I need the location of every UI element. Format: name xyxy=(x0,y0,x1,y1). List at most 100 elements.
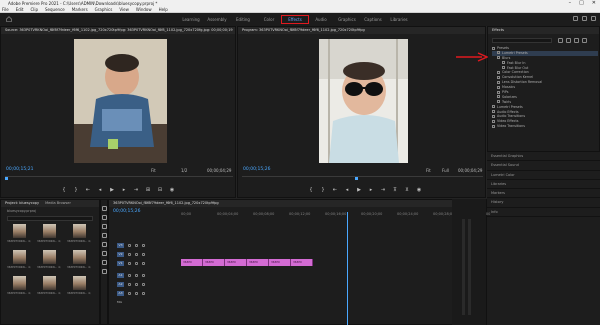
menu-sequence[interactable]: Sequence xyxy=(45,7,65,12)
sync-icon[interactable] xyxy=(135,243,138,247)
timeline-clip[interactable]: 363P0 xyxy=(225,259,247,266)
track-target-label[interactable]: A2 xyxy=(117,281,124,287)
project-clip-item[interactable]: 363P0TVRKN...4;29 xyxy=(7,250,31,272)
menu-graphics[interactable]: Graphics xyxy=(95,7,113,12)
menu-edit[interactable]: Edit xyxy=(16,7,24,12)
program-timecode[interactable]: 00;00;15;26 xyxy=(243,167,270,172)
mark-out-icon[interactable]: } xyxy=(73,187,79,193)
toggle-output-icon[interactable] xyxy=(142,261,145,265)
source-playhead[interactable] xyxy=(5,177,8,180)
workspace-tab-graphics[interactable]: Graphics xyxy=(334,16,360,23)
lock-icon[interactable] xyxy=(128,252,131,256)
go-to-in-icon[interactable]: ⇤ xyxy=(85,187,91,193)
32bit-effects-icon[interactable] xyxy=(566,38,571,43)
project-tab[interactable]: Project: bluesycopy xyxy=(5,200,39,207)
track-target-label[interactable]: V1 xyxy=(117,260,124,266)
project-clip-item[interactable]: 363P0TVRKN...4;29 xyxy=(67,250,91,272)
go-to-out-icon[interactable]: ⇥ xyxy=(133,187,139,193)
libraries-panel[interactable]: Libraries xyxy=(487,180,600,190)
maximize-button[interactable]: □ xyxy=(579,0,584,7)
sync-icon[interactable] xyxy=(135,273,138,277)
go-to-in-icon[interactable]: ⇤ xyxy=(332,187,338,193)
workspace-tab-learning[interactable]: Learning xyxy=(178,16,204,23)
toggle-output-icon[interactable] xyxy=(142,273,145,277)
lock-icon[interactable] xyxy=(128,261,131,265)
lock-icon[interactable] xyxy=(128,282,131,286)
source-quality-select[interactable]: 1/2 xyxy=(181,168,187,173)
step-forward-icon[interactable]: ▸ xyxy=(121,187,127,193)
track-select-tool-icon[interactable] xyxy=(101,215,107,220)
insert-icon[interactable]: ⊞ xyxy=(145,187,151,193)
menu-file[interactable]: File xyxy=(2,7,9,12)
timeline-clip[interactable]: 363P0 xyxy=(181,259,203,266)
home-icon[interactable] xyxy=(6,16,12,22)
toggle-output-icon[interactable] xyxy=(142,243,145,247)
minimize-button[interactable]: – xyxy=(569,0,572,7)
extract-icon[interactable]: ⊻ xyxy=(404,187,410,193)
timeline-ruler[interactable]: 00;00 00;00;04;00 00;00;08;00 00;00;12;00 00… xyxy=(181,212,490,222)
timeline-clip[interactable]: 363P0 xyxy=(291,259,313,266)
effects-tab[interactable]: Effects xyxy=(492,27,504,34)
timeline-timecode[interactable]: 00;00;15;26 xyxy=(113,209,140,214)
effects-search-input[interactable] xyxy=(492,38,552,43)
program-quality-select[interactable]: Full xyxy=(442,168,449,173)
toggle-output-icon[interactable] xyxy=(142,291,145,295)
quick-export-icon[interactable] xyxy=(573,16,578,21)
lock-icon[interactable] xyxy=(128,291,131,295)
mark-in-icon[interactable]: { xyxy=(61,187,67,193)
accelerated-effects-icon[interactable] xyxy=(558,38,563,43)
workspace-tab-effects[interactable]: Effects xyxy=(281,15,309,24)
step-forward-icon[interactable]: ▸ xyxy=(368,187,374,193)
workspace-tab-editing[interactable]: Editing xyxy=(230,16,256,23)
program-time-ruler[interactable] xyxy=(242,176,483,181)
overwrite-icon[interactable]: ⊟ xyxy=(157,187,163,193)
markers-panel[interactable]: Markers xyxy=(487,189,600,199)
program-playhead[interactable] xyxy=(355,177,358,180)
workspace-tab-assembly[interactable]: Assembly xyxy=(204,16,230,23)
menu-help[interactable]: Help xyxy=(159,7,168,12)
toggle-output-icon[interactable] xyxy=(142,282,145,286)
hand-tool-icon[interactable] xyxy=(101,260,107,265)
source-time-ruler[interactable] xyxy=(5,176,233,181)
sync-icon[interactable] xyxy=(135,261,138,265)
close-button[interactable]: ✕ xyxy=(592,0,596,7)
essential-sound-panel[interactable]: Essential Sound xyxy=(487,161,600,171)
track-target-label[interactable]: A3 xyxy=(117,290,124,296)
mark-in-icon[interactable]: { xyxy=(308,187,314,193)
menu-window[interactable]: Window xyxy=(136,7,152,12)
media-browser-tab[interactable]: Media Browser xyxy=(45,200,71,207)
step-back-icon[interactable]: ◂ xyxy=(97,187,103,193)
lift-icon[interactable]: ⊼ xyxy=(392,187,398,193)
project-clip-item[interactable]: 363P0TVRKN...4;29 xyxy=(37,224,61,246)
workspace-menu-icon[interactable] xyxy=(582,16,587,21)
play-icon[interactable]: ▶ xyxy=(109,187,115,193)
history-panel[interactable]: History xyxy=(487,198,600,208)
timeline-clip[interactable]: 363P0 xyxy=(247,259,269,266)
track-target-label[interactable]: V3 xyxy=(117,242,124,248)
menu-clip[interactable]: Clip xyxy=(30,7,38,12)
source-monitor-tab[interactable]: Source: 363P0TVRKNOoi_f8f8f79deer_f6f6_1… xyxy=(5,27,233,34)
timeline-clip[interactable]: 363P0 xyxy=(203,259,225,266)
project-clip-item[interactable]: 363P0TVRKN...4;29 xyxy=(37,276,61,298)
timeline-playhead[interactable] xyxy=(347,212,348,325)
source-timecode[interactable]: 00;00;15;21 xyxy=(6,167,33,172)
workspace-tab-captions[interactable]: Captions xyxy=(360,16,386,23)
effects-tree-item[interactable]: Video Transitions xyxy=(492,124,598,129)
sync-icon[interactable] xyxy=(135,252,138,256)
sync-icon[interactable] xyxy=(135,291,138,295)
razor-tool-icon[interactable] xyxy=(101,233,107,238)
sequence-tab[interactable]: 363P0TVRKNOoi_f8f8f79deer_f6f6_1102.jpg_… xyxy=(113,200,219,207)
project-clip-item[interactable]: 363P0TVRKN...4;29 xyxy=(7,224,31,246)
workspace-tab-color[interactable]: Color xyxy=(256,16,282,23)
pen-tool-icon[interactable] xyxy=(101,251,107,256)
lumetri-color-panel[interactable]: Lumetri Color xyxy=(487,171,600,180)
lock-icon[interactable] xyxy=(128,273,131,277)
export-frame-icon[interactable]: ◉ xyxy=(416,187,422,193)
step-back-icon[interactable]: ◂ xyxy=(344,187,350,193)
new-bin-icon[interactable] xyxy=(582,38,587,43)
project-search-input[interactable] xyxy=(7,216,93,221)
track-target-label[interactable]: A1 xyxy=(117,272,124,278)
go-to-out-icon[interactable]: ⇥ xyxy=(380,187,386,193)
essential-graphics-panel[interactable]: Essential Graphics xyxy=(487,152,600,162)
program-fit-select[interactable]: Fit xyxy=(426,168,431,173)
